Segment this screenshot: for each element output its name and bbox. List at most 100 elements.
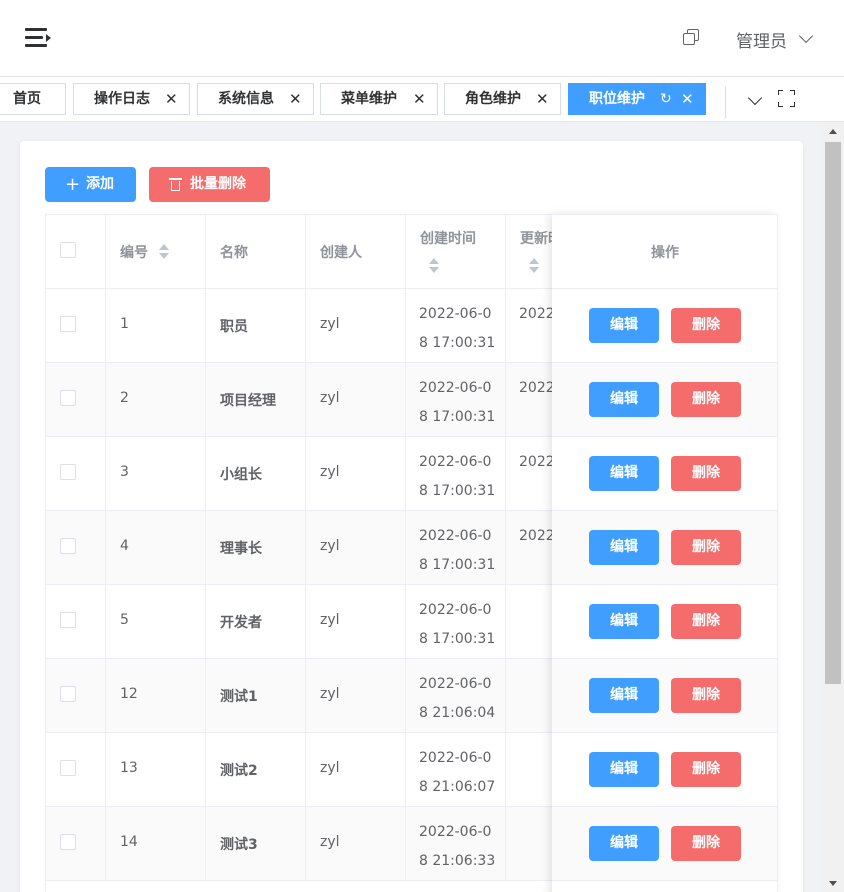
row-created-time: 2022-06-08 17:00:31: [419, 602, 496, 647]
tab-system-info[interactable]: 系统信息 ✕: [197, 83, 314, 115]
row-checkbox[interactable]: [60, 464, 76, 480]
row-creator: zyl: [320, 316, 340, 332]
refresh-icon[interactable]: ↻: [660, 84, 672, 114]
row-creator: zyl: [320, 612, 340, 628]
chevron-down-icon[interactable]: [747, 90, 763, 106]
edit-button[interactable]: 编辑: [589, 530, 659, 565]
tab-label: 职位维护: [589, 91, 645, 107]
batch-delete-button[interactable]: 批量删除: [149, 167, 270, 202]
delete-button[interactable]: 删除: [671, 382, 741, 417]
collapse-menu-icon[interactable]: [25, 28, 51, 48]
actions-cell: 编辑 删除: [552, 585, 777, 659]
edit-button[interactable]: 编辑: [589, 678, 659, 713]
edit-button[interactable]: 编辑: [589, 826, 659, 861]
row-id: 14: [120, 834, 138, 850]
fullscreen-icon[interactable]: [778, 90, 795, 107]
row-checkbox[interactable]: [60, 686, 76, 702]
header-label: 操作: [651, 245, 679, 261]
delete-button[interactable]: 删除: [671, 530, 741, 565]
tab-position-maintenance[interactable]: 职位维护 ↻ ✕: [568, 83, 706, 115]
delete-button[interactable]: 删除: [671, 752, 741, 787]
close-icon[interactable]: ✕: [681, 84, 694, 114]
row-created-time: 2022-06-08 21:06:07: [419, 750, 496, 795]
add-button[interactable]: + 添加: [45, 167, 136, 202]
row-checkbox[interactable]: [60, 390, 76, 406]
row-id: 13: [120, 760, 138, 776]
sort-icon[interactable]: [158, 244, 170, 260]
scroll-thumb[interactable]: [825, 142, 841, 684]
delete-button[interactable]: 删除: [671, 826, 741, 861]
actions-cell: 编辑 删除: [552, 289, 777, 363]
delete-button[interactable]: 删除: [671, 678, 741, 713]
row-checkbox[interactable]: [60, 760, 76, 776]
sort-icon[interactable]: [428, 258, 440, 274]
scroll-up-arrow-icon[interactable]: [829, 129, 837, 134]
row-name: 小组长: [220, 467, 262, 483]
delete-button[interactable]: 删除: [671, 456, 741, 491]
row-created-time: 2022-06-08 17:00:31: [419, 454, 496, 499]
col-created-header[interactable]: 创建时间: [406, 215, 506, 288]
row-checkbox[interactable]: [60, 834, 76, 850]
user-name[interactable]: 管理员: [736, 27, 787, 52]
actions-cell: 编辑 删除: [552, 733, 777, 807]
row-id: 12: [120, 686, 138, 702]
delete-button[interactable]: 删除: [671, 604, 741, 639]
row-creator: zyl: [320, 834, 340, 850]
tab-role-maintenance[interactable]: 角色维护 ✕: [444, 83, 561, 115]
row-name: 测试1: [220, 689, 258, 705]
edit-button[interactable]: 编辑: [589, 308, 659, 343]
edit-button[interactable]: 编辑: [589, 604, 659, 639]
close-icon[interactable]: ✕: [413, 84, 426, 114]
row-created-time: 2022-06-08 17:00:31: [419, 528, 496, 573]
col-id-header[interactable]: 编号: [106, 215, 206, 288]
header-label: 创建时间: [420, 231, 476, 247]
edit-button[interactable]: 编辑: [589, 382, 659, 417]
row-created-time: 2022-06-08 21:06:04: [419, 676, 496, 721]
copy-icon[interactable]: [683, 29, 700, 46]
row-name: 测试2: [220, 763, 258, 779]
close-icon[interactable]: ✕: [289, 84, 302, 114]
row-creator: zyl: [320, 390, 340, 406]
row-id: 4: [120, 538, 129, 554]
batch-delete-label: 批量删除: [190, 176, 246, 192]
tab-label: 菜单维护: [341, 91, 397, 107]
plus-icon: +: [65, 174, 81, 195]
row-created-time: 2022-06-08 17:00:31: [419, 380, 496, 425]
chevron-down-icon[interactable]: [798, 28, 814, 44]
scrollbar[interactable]: [822, 122, 844, 892]
row-created-time: 2022-06-08 17:00:31: [419, 306, 496, 351]
row-creator: zyl: [320, 464, 340, 480]
sort-icon[interactable]: [528, 258, 540, 274]
row-id: 1: [120, 316, 129, 332]
actions-cell: 编辑 删除: [552, 511, 777, 585]
tab-home[interactable]: 首页: [0, 83, 66, 115]
select-all-checkbox[interactable]: [60, 242, 76, 258]
scroll-down-arrow-icon[interactable]: [829, 881, 837, 886]
edit-button[interactable]: 编辑: [589, 456, 659, 491]
tab-menu-maintenance[interactable]: 菜单维护 ✕: [320, 83, 438, 115]
row-created-time: 2022-06-08 21:06:33: [419, 824, 496, 869]
edit-button[interactable]: 编辑: [589, 752, 659, 787]
row-id: 5: [120, 612, 129, 628]
row-id: 3: [120, 464, 129, 480]
trash-icon: [169, 178, 182, 191]
close-icon[interactable]: ✕: [536, 84, 549, 114]
tab-label: 操作日志: [94, 91, 150, 107]
row-checkbox[interactable]: [60, 316, 76, 332]
divider: [725, 86, 726, 118]
tab-operation-log[interactable]: 操作日志 ✕: [73, 83, 190, 115]
actions-cell: 编辑 删除: [552, 437, 777, 511]
close-icon[interactable]: ✕: [165, 84, 178, 114]
row-name: 职员: [220, 319, 248, 335]
header-label: 创建人: [320, 245, 362, 261]
row-name: 测试3: [220, 837, 258, 853]
tab-label: 首页: [13, 91, 41, 107]
row-name: 项目经理: [220, 393, 276, 409]
row-checkbox[interactable]: [60, 538, 76, 554]
actions-header: 操作: [552, 215, 777, 289]
row-id: 2: [120, 390, 129, 406]
delete-button[interactable]: 删除: [671, 308, 741, 343]
actions-cell: 编辑 删除: [552, 659, 777, 733]
content-card: + 添加 批量删除 编号 名称 创建人 创建时间 更新时 1 职员 zyl 2022-…: [20, 141, 803, 892]
row-checkbox[interactable]: [60, 612, 76, 628]
